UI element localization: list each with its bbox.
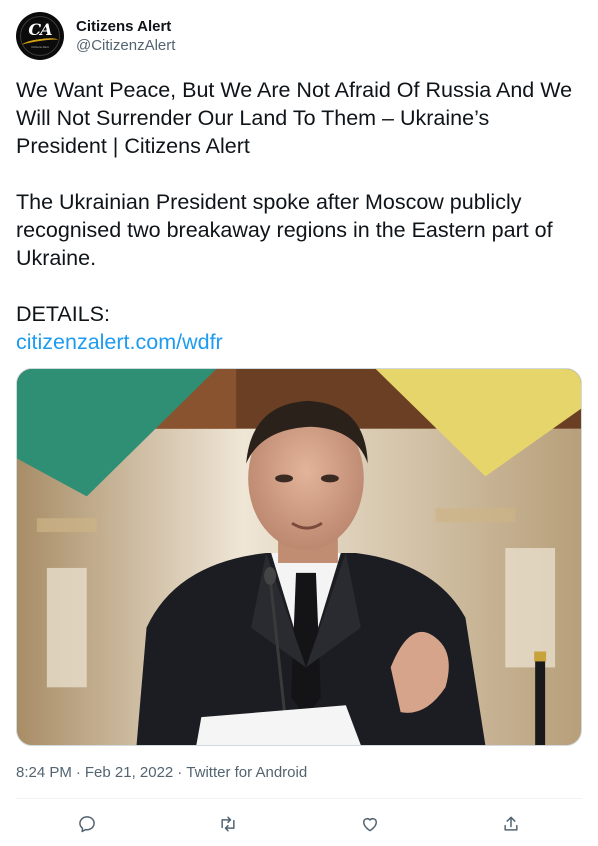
reply-icon	[78, 816, 95, 833]
tweet-paragraph: The Ukrainian President spoke after Mosc…	[16, 190, 553, 270]
tweet-link[interactable]: citizenzalert.com/wdfr	[16, 330, 223, 354]
retweet-button[interactable]	[210, 806, 246, 842]
author-avatar[interactable]: CA Citizens Alert	[16, 12, 64, 60]
meta-separator: ·	[177, 764, 183, 781]
avatar-initials: CA	[28, 20, 52, 39]
tweet-headline: We Want Peace, But We Are Not Afraid Of …	[16, 78, 573, 158]
tweet-header: CA Citizens Alert Citizens Alert @Citize…	[16, 12, 175, 60]
tweet-source[interactable]: Twitter for Android	[186, 764, 307, 781]
heart-icon	[362, 818, 377, 832]
share-icon	[504, 816, 518, 831]
tweet-time[interactable]: 8:24 PM	[16, 764, 72, 781]
tweet-date[interactable]: Feb 21, 2022	[85, 764, 173, 781]
like-button[interactable]	[352, 806, 388, 842]
tweet-text: We Want Peace, But We Are Not Afraid Of …	[16, 76, 582, 356]
avatar-tagline: Citizens Alert	[31, 45, 49, 49]
author-names: Citizens Alert @CitizenzAlert	[76, 17, 175, 55]
divider	[16, 798, 582, 799]
tweet-photo[interactable]	[16, 368, 582, 746]
photo-illustration	[17, 369, 581, 745]
author-display-name[interactable]: Citizens Alert	[76, 17, 175, 36]
details-label: DETAILS:	[16, 302, 110, 326]
author-handle[interactable]: @CitizenzAlert	[76, 36, 175, 55]
reply-button[interactable]	[69, 806, 105, 842]
retweet-icon	[221, 816, 235, 832]
tweet-meta: 8:24 PM · Feb 21, 2022 · Twitter for And…	[16, 764, 307, 781]
tweet-actions	[16, 806, 582, 842]
meta-separator: ·	[75, 764, 81, 781]
share-button[interactable]	[493, 806, 529, 842]
